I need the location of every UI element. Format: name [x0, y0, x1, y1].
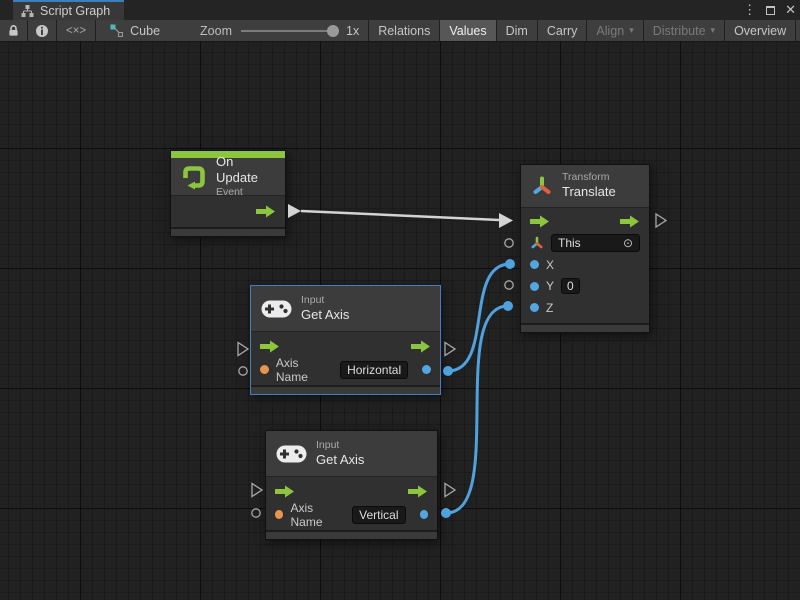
- relations-button[interactable]: Relations: [369, 20, 439, 41]
- y-input-port[interactable]: [530, 282, 539, 291]
- lock-button[interactable]: [0, 20, 27, 41]
- control-input-port[interactable]: [530, 215, 550, 228]
- values-button[interactable]: Values: [440, 20, 495, 41]
- titlebar: Script Graph ⋮ ✕: [0, 0, 800, 20]
- graph-target-label[interactable]: Cube: [130, 24, 160, 38]
- axis-name-field[interactable]: Horizontal: [340, 361, 408, 379]
- node-translate[interactable]: Transform Translate: [520, 164, 650, 333]
- node-footer: [251, 385, 440, 394]
- info-icon: [35, 24, 49, 38]
- control-output-port[interactable]: [411, 340, 431, 353]
- overview-button[interactable]: Overview: [725, 20, 795, 41]
- distribute-label: Distribute: [653, 24, 706, 38]
- info-button[interactable]: [28, 20, 56, 41]
- transform-icon: [531, 175, 553, 197]
- chevron-down-icon: ▾: [629, 25, 634, 36]
- node-category: Transform: [562, 171, 616, 184]
- node-category: Input: [301, 294, 349, 307]
- node-title: Get Axis: [316, 452, 364, 468]
- axis-name-input-port[interactable]: [260, 365, 269, 374]
- node-footer: [266, 530, 437, 539]
- node-title: Get Axis: [301, 307, 349, 323]
- axis-name-label: Axis Name: [276, 356, 333, 384]
- chevron-down-icon: ▾: [711, 25, 716, 36]
- control-output-port[interactable]: [620, 215, 640, 228]
- node-category: Input: [316, 439, 364, 452]
- graph-tab-icon: [21, 5, 34, 17]
- z-port-label: Z: [546, 301, 553, 315]
- node-title: On Update: [216, 154, 275, 187]
- z-input-port[interactable]: [530, 303, 539, 312]
- window-menu-icon[interactable]: ⋮: [743, 0, 756, 20]
- node-footer: [171, 227, 285, 236]
- full-screen-button[interactable]: Full Screen: [796, 20, 800, 41]
- control-output-port[interactable]: [408, 485, 428, 498]
- tab-label: Script Graph: [40, 4, 110, 18]
- value-toggle-button[interactable]: <×>: [57, 20, 95, 41]
- control-input-port[interactable]: [275, 485, 295, 498]
- zoom-value: 1x: [346, 24, 359, 38]
- node-title: Translate: [562, 184, 616, 200]
- self-target-value: This: [558, 236, 581, 250]
- lock-icon: [7, 24, 20, 37]
- zoom-slider[interactable]: [241, 30, 337, 32]
- zoom-label: Zoom: [200, 24, 232, 38]
- node-subtitle: Event: [216, 186, 275, 199]
- code-toggle-icon: <×>: [66, 25, 86, 37]
- maximize-icon[interactable]: [766, 6, 775, 15]
- tab-script-graph[interactable]: Script Graph: [13, 0, 124, 20]
- gamepad-icon: [261, 300, 292, 318]
- transform-mini-icon[interactable]: [530, 236, 544, 250]
- toolbar-main-area: Cube Zoom 1x: [96, 20, 368, 41]
- script-graph-window: Script Graph ⋮ ✕: [0, 0, 800, 600]
- graph-target-icon: [110, 24, 123, 37]
- x-port-label: X: [546, 258, 554, 272]
- node-footer: [521, 323, 649, 332]
- close-icon[interactable]: ✕: [785, 0, 796, 20]
- on-update-loop-icon: [181, 164, 207, 190]
- distribute-dropdown[interactable]: Distribute ▾: [644, 20, 724, 41]
- align-label: Align: [596, 24, 624, 38]
- self-target-field[interactable]: This ⊙: [551, 234, 640, 252]
- axis-name-input-port[interactable]: [275, 510, 283, 519]
- toolbar: <×> Cube Zoom 1x Relations Values Dim C: [0, 20, 800, 42]
- align-dropdown[interactable]: Align ▾: [587, 20, 642, 41]
- y-value-field[interactable]: 0: [561, 278, 580, 294]
- carry-button[interactable]: Carry: [538, 20, 587, 41]
- y-port-label: Y: [546, 279, 554, 293]
- dim-button[interactable]: Dim: [497, 20, 537, 41]
- gamepad-icon: [276, 445, 307, 463]
- node-on-update[interactable]: On Update Event: [170, 150, 286, 237]
- axis-name-label: Axis Name: [290, 501, 345, 529]
- control-input-port[interactable]: [260, 340, 280, 353]
- target-picker-icon[interactable]: ⊙: [623, 236, 633, 250]
- control-output-port[interactable]: [256, 205, 276, 218]
- axis-name-field[interactable]: Vertical: [352, 506, 405, 524]
- result-output-port[interactable]: [420, 510, 428, 519]
- zoom-slider-knob[interactable]: [327, 25, 339, 37]
- node-get-axis-vertical[interactable]: Input Get Axis Axis Name Vertical: [265, 430, 438, 540]
- x-input-port[interactable]: [530, 260, 539, 269]
- node-get-axis-horizontal[interactable]: Input Get Axis Axis Name Horizontal: [250, 285, 441, 395]
- result-output-port[interactable]: [422, 365, 431, 374]
